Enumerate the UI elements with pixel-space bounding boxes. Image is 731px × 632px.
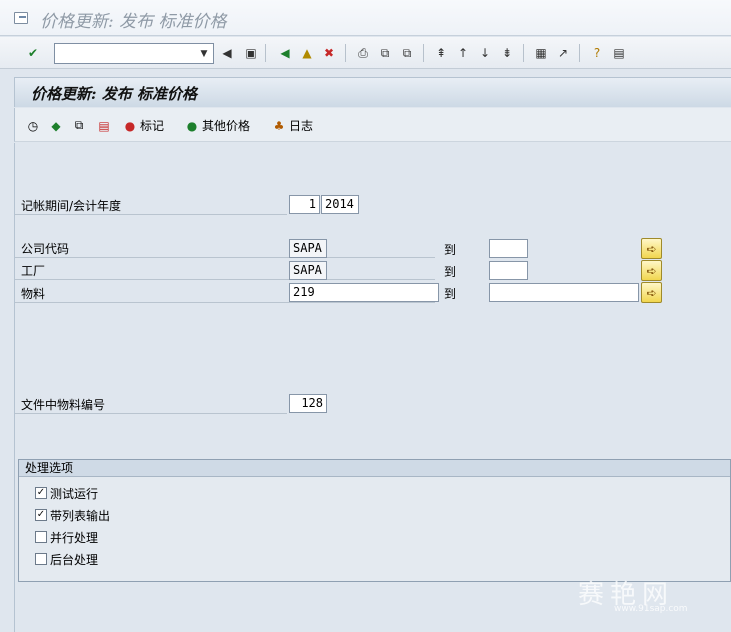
plant-from-input[interactable]: SAPA	[289, 261, 327, 280]
parallel-processing-checkbox-row[interactable]: 并行处理	[35, 529, 98, 545]
arrow-right-icon: ➪	[646, 285, 657, 300]
company-code-to-input[interactable]	[489, 239, 528, 258]
next-page-icon[interactable]: ↓	[477, 45, 493, 61]
other-prices-button[interactable]: ● 其他价格	[184, 117, 250, 134]
chevron-down-icon[interactable]: ▼	[197, 46, 211, 61]
test-run-label: 测试运行	[50, 486, 99, 501]
execute-button[interactable]: ◷	[25, 117, 41, 134]
save-variant-button[interactable]: ▤	[96, 117, 112, 134]
plant-to-label: 到	[444, 265, 457, 279]
copy-icon: ⧉	[74, 118, 84, 132]
screen-header: 价格更新: 发布 标准价格	[14, 77, 731, 107]
cancel-icon[interactable]: ✖	[321, 45, 337, 61]
processing-options-group: 处理选项 ✓ 测试运行 ✓ 带列表输出 并行处理 后台处理	[18, 459, 731, 582]
log-label: 日志	[289, 119, 314, 133]
clock-execute-icon: ◷	[27, 118, 39, 133]
plant-multiple-selection-button[interactable]: ➪	[641, 260, 662, 281]
diamond-icon: ◆	[51, 118, 61, 133]
plant-to-input[interactable]	[489, 261, 528, 280]
collapse-triangle-icon[interactable]: ◀	[219, 45, 235, 61]
watermark-url: www.91sap.com	[614, 604, 688, 614]
previous-page-icon[interactable]: ↑	[455, 45, 471, 61]
log-button[interactable]: ♣ 日志	[271, 117, 313, 134]
page-title: 价格更新: 发布 标准价格	[31, 85, 197, 103]
parallel-processing-label: 并行处理	[50, 530, 99, 545]
last-page-icon[interactable]: ⇟	[499, 45, 515, 61]
arrow-right-icon: ➪	[646, 241, 657, 256]
shortcut-icon[interactable]: ↗	[555, 45, 571, 61]
prices-icon: ●	[186, 118, 198, 133]
posting-period-input[interactable]: 1	[289, 195, 320, 214]
get-variant-button[interactable]: ⧉	[71, 117, 87, 134]
test-run-checkbox[interactable]: ✓	[35, 487, 47, 499]
back-icon[interactable]: ◀	[277, 45, 293, 61]
exit-icon[interactable]: ▲	[299, 45, 315, 61]
background-processing-checkbox-row[interactable]: 后台处理	[35, 551, 98, 567]
layout-menu-icon[interactable]: ▤	[611, 45, 627, 61]
material-to-input[interactable]	[489, 283, 639, 302]
background-processing-checkbox[interactable]	[35, 553, 47, 565]
save-icon[interactable]: ▣	[243, 45, 259, 61]
title-bar: 价格更新: 发布 标准价格	[0, 0, 731, 36]
material-from-input[interactable]: 219	[289, 283, 439, 302]
material-to-label: 到	[444, 287, 457, 301]
find-next-icon[interactable]: ⧉	[399, 45, 415, 61]
window-title: 价格更新: 发布 标准价格	[40, 12, 227, 32]
company-code-multiple-selection-button[interactable]: ➪	[641, 238, 662, 259]
other-prices-label: 其他价格	[202, 119, 251, 133]
application-toolbar: ◷ ◆ ⧉ ▤ ● 标记 ● 其他价格 ♣ 日志	[14, 108, 731, 142]
material-multiple-selection-button[interactable]: ➪	[641, 282, 662, 303]
print-icon[interactable]: ⎙	[355, 45, 371, 61]
file-material-count-input[interactable]: 128	[289, 394, 327, 413]
parallel-processing-checkbox[interactable]	[35, 531, 47, 543]
processing-options-title: 处理选项	[19, 460, 730, 477]
create-session-icon[interactable]: ▦	[533, 45, 549, 61]
enter-check-icon[interactable]: ✔	[25, 45, 41, 61]
find-icon[interactable]: ⧉	[377, 45, 393, 61]
list-output-checkbox[interactable]: ✓	[35, 509, 47, 521]
file-material-count-label: 文件中物料编号	[15, 396, 287, 414]
mark-button[interactable]: ● 标记	[122, 117, 164, 134]
list-output-label: 带列表输出	[50, 508, 111, 523]
test-run-checkbox-row[interactable]: ✓ 测试运行	[35, 485, 98, 501]
company-code-to-label: 到	[444, 243, 457, 257]
arrow-right-icon: ➪	[646, 263, 657, 278]
fiscal-year-input[interactable]: 2014	[321, 195, 359, 214]
background-processing-label: 后台处理	[50, 552, 99, 567]
company-code-from-input[interactable]: SAPA	[289, 239, 327, 258]
plant-label: 工厂	[15, 262, 435, 280]
mark-label: 标记	[140, 119, 165, 133]
document-icon: ▤	[98, 118, 110, 133]
company-code-label: 公司代码	[15, 240, 435, 258]
posting-period-label: 记帐期间/会计年度	[15, 197, 287, 215]
first-page-icon[interactable]: ⇞	[433, 45, 449, 61]
mark-icon: ●	[124, 118, 136, 133]
command-field[interactable]: ▼	[54, 43, 214, 64]
selection-options-button[interactable]: ◆	[48, 117, 64, 134]
help-icon[interactable]: ?	[589, 45, 605, 61]
window-menu-icon[interactable]	[14, 12, 28, 24]
list-output-checkbox-row[interactable]: ✓ 带列表输出	[35, 507, 110, 523]
log-icon: ♣	[273, 118, 285, 133]
